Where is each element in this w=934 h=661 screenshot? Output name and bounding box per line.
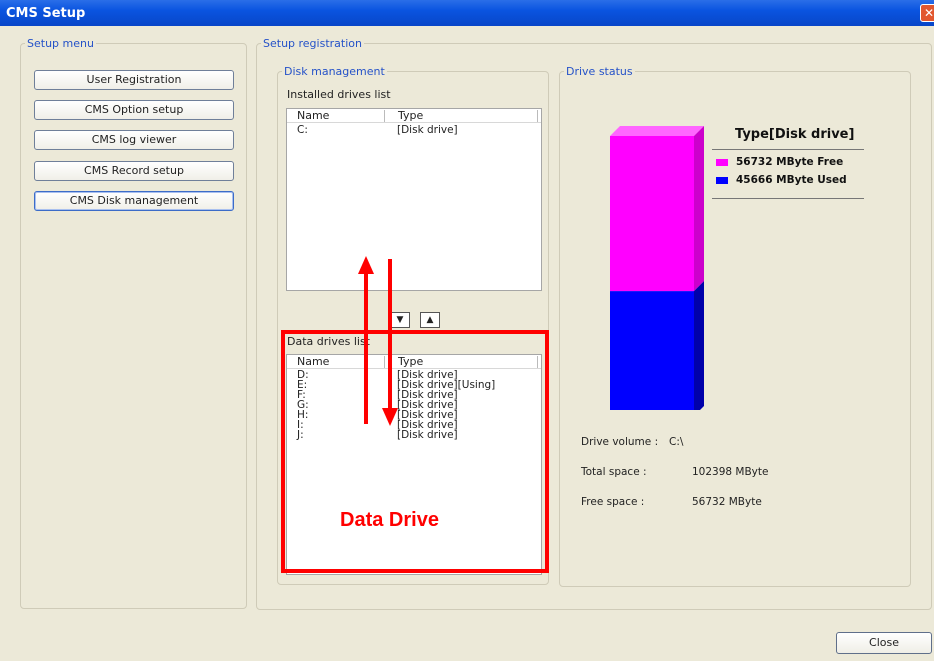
free-swatch [716,158,728,166]
drive-status-legend: Drive status [566,65,633,78]
used-segment-side [694,281,704,410]
data-drive-annotation: Data Drive [340,509,439,531]
down-transfer-arrow-head [382,408,398,426]
chart-title: Type[Disk drive] [735,127,855,142]
free-label: 56732 MByte Free [736,156,844,168]
drive-volume-value: C:\ [669,436,684,448]
bar-top-face [610,126,704,136]
disk-usage-bar [610,126,704,410]
cms-setup-window: CMS Setup ✕ Setup menu User Registration… [0,0,934,661]
free-space-value: 56732 MByte [692,496,762,508]
total-space-label: Total space : [581,466,647,478]
used-label: 45666 MByte Used [736,174,847,186]
up-transfer-arrow-head [358,256,374,274]
used-segment [610,291,694,410]
free-segment [610,136,694,292]
free-space-label: Free space : [581,496,645,508]
legend-used: 45666 MByte Used [716,174,847,186]
drive-volume-label: Drive volume : [581,436,659,448]
free-segment-side [694,126,704,292]
used-swatch [716,176,728,184]
close-button[interactable]: Close [836,632,932,654]
legend-free: 56732 MByte Free [716,156,843,168]
legend-divider [712,198,864,199]
total-space-value: 102398 MByte [692,466,769,478]
legend-divider [712,149,864,150]
